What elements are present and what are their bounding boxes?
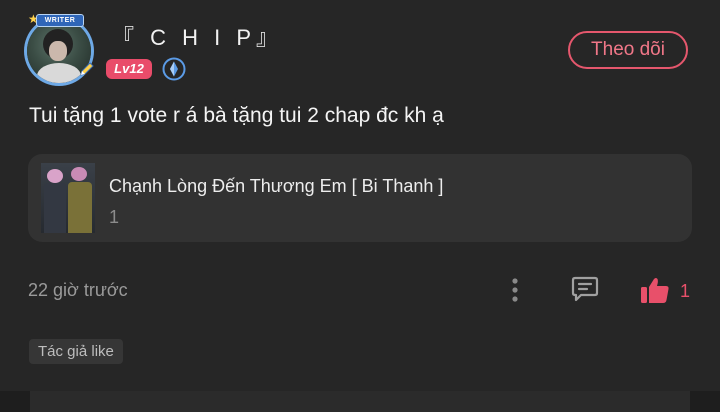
comment-text: Tui tặng 1 vote r á bà tặng tui 2 chap đ… — [29, 104, 444, 127]
writer-badge: WRITER — [36, 14, 84, 27]
comment-card: ★ WRITER 『 C H I P』 Lv12 Theo dõi Tui tặ… — [0, 0, 720, 412]
level-badge: Lv12 — [106, 59, 152, 79]
pen-icon — [80, 62, 94, 76]
more-vertical-icon[interactable] — [502, 276, 528, 304]
story-chapter: 1 — [109, 207, 120, 227]
avatar[interactable]: ★ WRITER — [22, 12, 100, 86]
follow-button[interactable]: Theo dõi — [568, 31, 688, 69]
next-item-edge — [0, 391, 720, 412]
story-title: Chạnh Lòng Đến Thương Em [ Bi Thanh ] — [109, 176, 444, 196]
story-cover — [41, 163, 95, 233]
username[interactable]: 『 C H I P』 — [112, 20, 283, 52]
thumbs-up-icon[interactable] — [640, 276, 670, 304]
author-like-badge: Tác giả like — [29, 339, 123, 364]
story-card[interactable]: Chạnh Lòng Đến Thương Em [ Bi Thanh ] 1 — [28, 154, 692, 242]
like-count: 1 — [680, 281, 691, 301]
verified-icon — [162, 57, 186, 81]
timestamp: 22 giờ trước — [28, 280, 128, 300]
comment-icon[interactable] — [570, 274, 600, 304]
